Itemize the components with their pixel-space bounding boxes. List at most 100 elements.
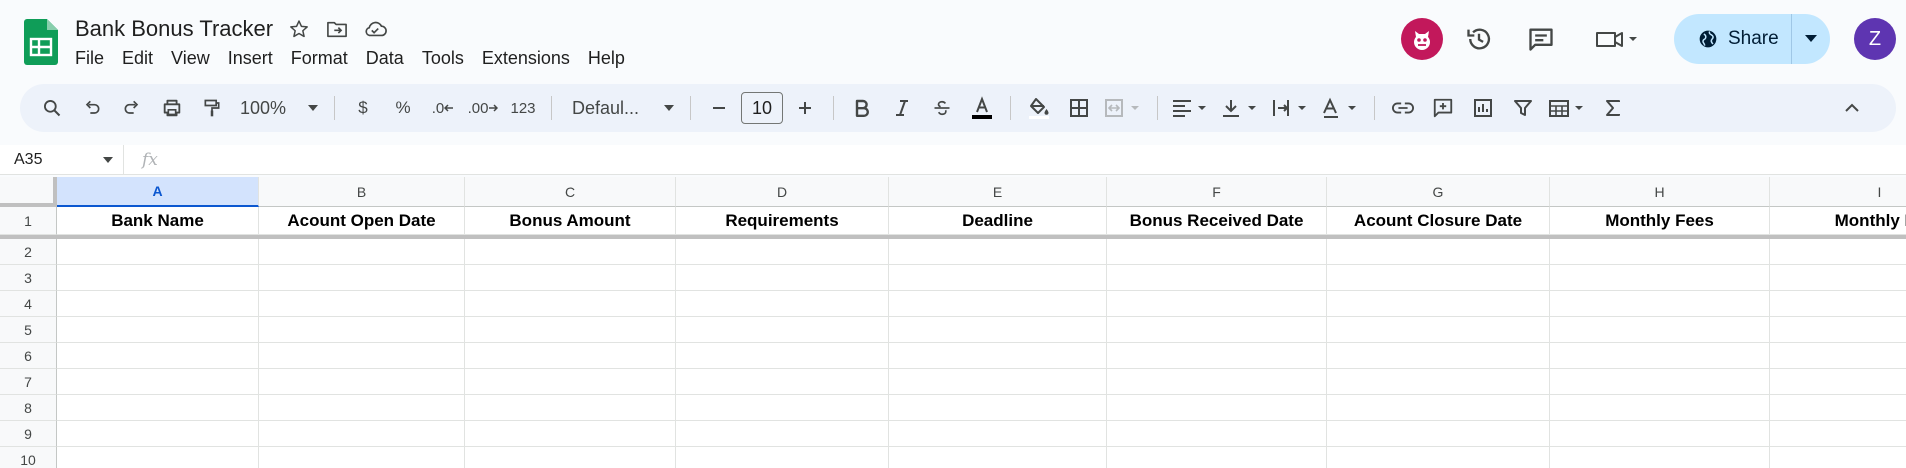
cell-e8[interactable] [889, 395, 1107, 421]
cell-h2[interactable] [1550, 239, 1770, 265]
cell-a3[interactable] [57, 265, 259, 291]
print-icon[interactable] [154, 90, 190, 126]
row-header-5[interactable]: 5 [0, 317, 57, 343]
text-color-icon[interactable] [964, 90, 1000, 126]
move-folder-icon[interactable] [325, 17, 349, 41]
column-header-h[interactable]: H [1550, 177, 1770, 207]
cell-i10[interactable] [1770, 447, 1906, 468]
cell-e7[interactable] [889, 369, 1107, 395]
cell-a4[interactable] [57, 291, 259, 317]
cell-f9[interactable] [1107, 421, 1327, 447]
row-header-1[interactable]: 1 [0, 207, 57, 235]
increase-decimal-button[interactable]: .00 [465, 90, 501, 126]
cell-b4[interactable] [259, 291, 465, 317]
cell-f7[interactable] [1107, 369, 1327, 395]
menu-tools[interactable]: Tools [413, 46, 473, 71]
cell-b3[interactable] [259, 265, 465, 291]
row-header-8[interactable]: 8 [0, 395, 57, 421]
cell-e5[interactable] [889, 317, 1107, 343]
cell-c7[interactable] [465, 369, 676, 395]
cell-i5[interactable] [1770, 317, 1906, 343]
merge-cells-icon[interactable] [1101, 90, 1147, 126]
insert-chart-icon[interactable] [1465, 90, 1501, 126]
cell-e10[interactable] [889, 447, 1107, 468]
cell-a2[interactable] [57, 239, 259, 265]
menu-view[interactable]: View [162, 46, 219, 71]
header-cell-e[interactable]: Deadline [889, 207, 1107, 235]
column-header-b[interactable]: B [259, 177, 465, 207]
cell-g2[interactable] [1327, 239, 1550, 265]
spreadsheet-grid[interactable]: A B C D E F G H I 1 Bank Name Acount Open Date Bonus… [0, 177, 1906, 468]
search-menus-icon[interactable] [34, 90, 70, 126]
cell-i7[interactable] [1770, 369, 1906, 395]
cell-f8[interactable] [1107, 395, 1327, 421]
column-header-g[interactable]: G [1327, 177, 1550, 207]
cell-b5[interactable] [259, 317, 465, 343]
fill-color-icon[interactable] [1021, 90, 1057, 126]
functions-icon[interactable] [1595, 90, 1631, 126]
cell-c9[interactable] [465, 421, 676, 447]
cell-c8[interactable] [465, 395, 676, 421]
font-size-input[interactable]: 10 [741, 92, 783, 124]
cell-b2[interactable] [259, 239, 465, 265]
meet-call-icon[interactable] [1592, 22, 1642, 56]
horizontal-align-icon[interactable] [1168, 90, 1214, 126]
cell-g8[interactable] [1327, 395, 1550, 421]
cell-e9[interactable] [889, 421, 1107, 447]
cell-d9[interactable] [676, 421, 889, 447]
star-icon[interactable] [287, 17, 311, 41]
cell-c2[interactable] [465, 239, 676, 265]
cell-i2[interactable] [1770, 239, 1906, 265]
cell-h9[interactable] [1550, 421, 1770, 447]
user-avatar[interactable]: Z [1854, 18, 1896, 60]
sheets-logo-icon[interactable] [24, 19, 58, 65]
cell-i3[interactable] [1770, 265, 1906, 291]
cell-h10[interactable] [1550, 447, 1770, 468]
column-header-c[interactable]: C [465, 177, 676, 207]
cell-g5[interactable] [1327, 317, 1550, 343]
cell-b7[interactable] [259, 369, 465, 395]
borders-icon[interactable] [1061, 90, 1097, 126]
cell-d4[interactable] [676, 291, 889, 317]
menu-edit[interactable]: Edit [113, 46, 162, 71]
column-header-d[interactable]: D [676, 177, 889, 207]
cell-i8[interactable] [1770, 395, 1906, 421]
row-header-2[interactable]: 2 [0, 239, 57, 265]
cell-c10[interactable] [465, 447, 676, 468]
cell-f5[interactable] [1107, 317, 1327, 343]
cell-d2[interactable] [676, 239, 889, 265]
cell-e6[interactable] [889, 343, 1107, 369]
cell-e4[interactable] [889, 291, 1107, 317]
insert-comment-icon[interactable] [1425, 90, 1461, 126]
cell-b6[interactable] [259, 343, 465, 369]
row-header-9[interactable]: 9 [0, 421, 57, 447]
cell-i4[interactable] [1770, 291, 1906, 317]
cell-h8[interactable] [1550, 395, 1770, 421]
decrease-decimal-button[interactable]: .0 [425, 90, 461, 126]
menu-insert[interactable]: Insert [219, 46, 282, 71]
create-filter-icon[interactable] [1505, 90, 1541, 126]
row-header-6[interactable]: 6 [0, 343, 57, 369]
cell-f10[interactable] [1107, 447, 1327, 468]
more-formats-button[interactable]: 123 [505, 90, 541, 126]
cell-h7[interactable] [1550, 369, 1770, 395]
table-view-icon[interactable] [1545, 90, 1591, 126]
column-header-a[interactable]: A [57, 177, 259, 207]
format-currency-button[interactable]: $ [345, 90, 381, 126]
row-header-10[interactable]: 10 [0, 447, 57, 468]
header-cell-a[interactable]: Bank Name [57, 207, 259, 235]
cell-a6[interactable] [57, 343, 259, 369]
cell-g6[interactable] [1327, 343, 1550, 369]
document-title[interactable]: Bank Bonus Tracker [75, 16, 273, 42]
italic-icon[interactable] [884, 90, 920, 126]
cell-g4[interactable] [1327, 291, 1550, 317]
cell-d5[interactable] [676, 317, 889, 343]
text-rotation-icon[interactable] [1318, 90, 1364, 126]
cell-f3[interactable] [1107, 265, 1327, 291]
increase-font-size-icon[interactable] [787, 90, 823, 126]
cell-d3[interactable] [676, 265, 889, 291]
header-cell-b[interactable]: Acount Open Date [259, 207, 465, 235]
cell-e3[interactable] [889, 265, 1107, 291]
share-main-button[interactable]: Share [1674, 14, 1792, 64]
cell-d8[interactable] [676, 395, 889, 421]
